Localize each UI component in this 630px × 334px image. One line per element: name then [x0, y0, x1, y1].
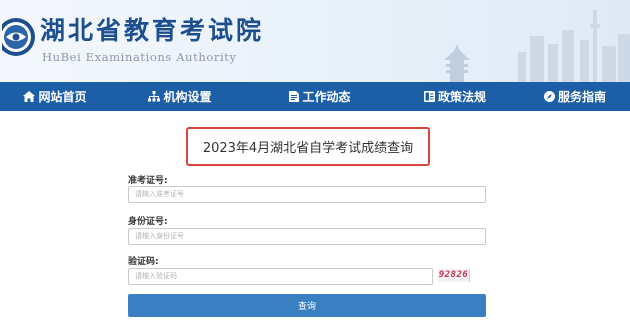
query-submit-button[interactable]: 查询: [128, 294, 486, 317]
org-chart-icon: [148, 91, 161, 102]
exam-id-label: 准考证号:: [128, 176, 168, 186]
id-card-input[interactable]: [128, 228, 486, 245]
city-skyline-decoration: [444, 10, 630, 82]
captcha-input[interactable]: [128, 268, 433, 285]
nav-item-policies[interactable]: 政策法规: [390, 82, 520, 111]
nav-item-label: 工作动态: [302, 90, 351, 104]
compass-icon: [543, 91, 555, 102]
id-card-label: 身份证号:: [128, 217, 168, 227]
nav-item-home[interactable]: 网站首页: [0, 82, 110, 111]
nav-item-label: 政策法规: [437, 90, 486, 104]
site-subtitle: HuBei Examinations Authority: [42, 50, 237, 64]
home-icon: [23, 91, 36, 102]
nav-item-label: 网站首页: [38, 90, 87, 104]
query-title: 2023年4月湖北省自学考试成绩查询: [186, 127, 430, 166]
nav-item-label: 服务指南: [557, 90, 606, 104]
book-icon: [423, 91, 435, 102]
nav-item-organization[interactable]: 机构设置: [110, 82, 250, 111]
captcha-image[interactable]: 92826: [438, 269, 470, 282]
nav-item-label: 机构设置: [163, 90, 212, 104]
captcha-label: 验证码:: [128, 257, 159, 267]
nav-item-service-guide[interactable]: 服务指南: [520, 82, 630, 111]
exam-authority-logo-icon[interactable]: [2, 14, 36, 60]
document-icon: [289, 91, 300, 102]
nav-item-work-news[interactable]: 工作动态: [250, 82, 390, 111]
exam-id-input[interactable]: [128, 186, 486, 203]
site-title: 湖北省教育考试院: [40, 16, 265, 45]
site-header: 湖北省教育考试院 HuBei Examinations Authority: [0, 0, 630, 82]
main-nav: 网站首页 机构设置 工作动态 政策法规 服务指南: [0, 82, 630, 111]
